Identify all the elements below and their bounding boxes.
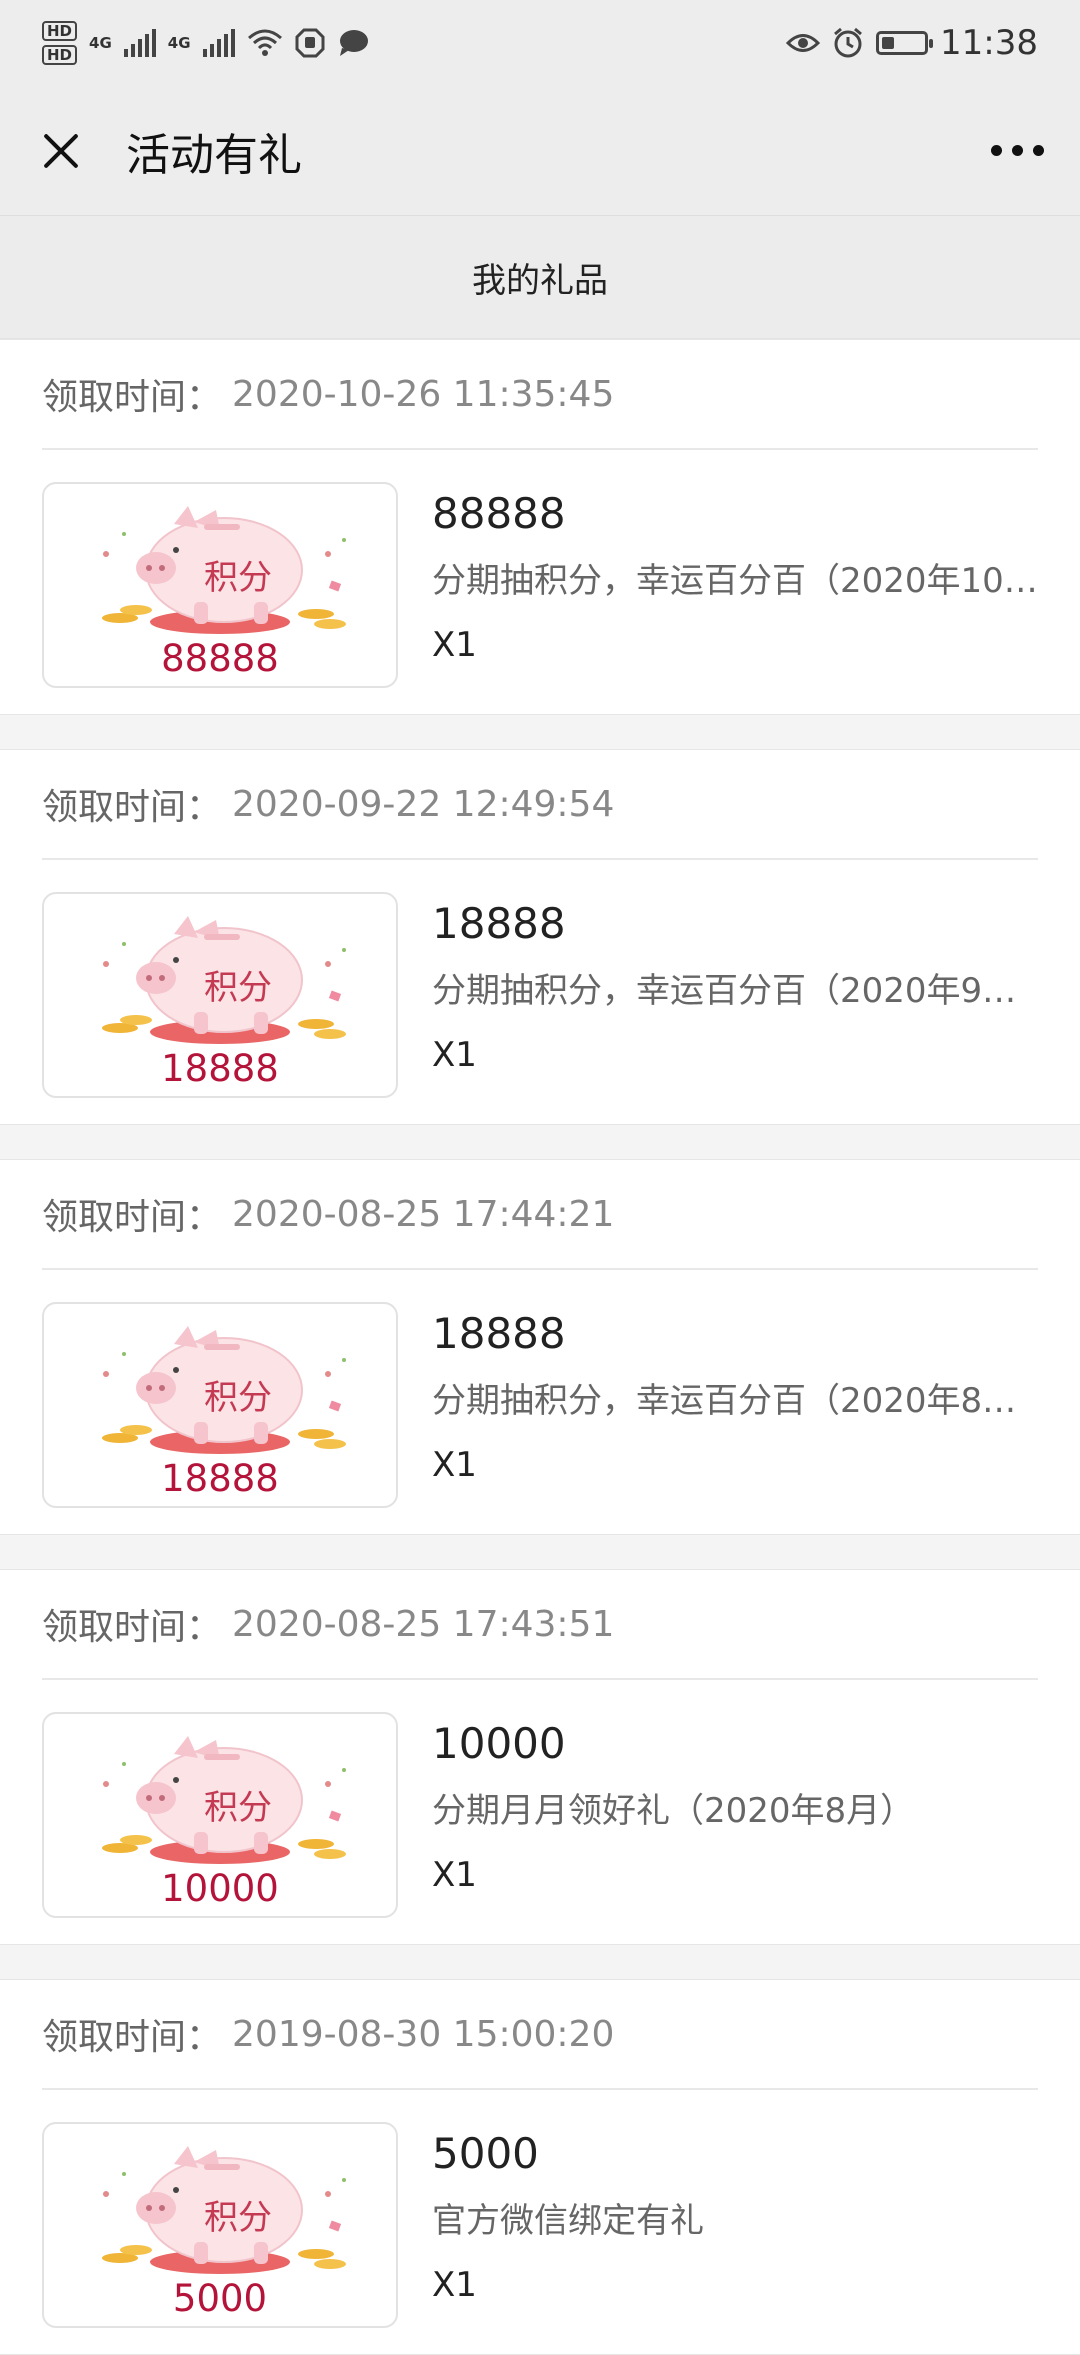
points-value: 18888 [161, 1047, 279, 1090]
claim-time: 2020-10-26 11:35:45 [232, 373, 615, 415]
card-body: 积分 18888 18888 分期抽积分，幸运百分百（2020年8月） X1 [0, 1270, 1080, 1534]
gift-list: 领取时间： 2020-10-26 11:35:45 积分 88888 88888… [0, 339, 1080, 2355]
claim-time: 2019-08-30 15:00:20 [232, 2013, 615, 2055]
gift-quantity: X1 [432, 1445, 477, 1485]
chat-bubble-icon [339, 30, 368, 56]
points-value: 18888 [161, 1457, 279, 1500]
gift-name: 88888 [432, 489, 566, 538]
points-value: 10000 [161, 1867, 279, 1910]
claim-time: 2020-08-25 17:44:21 [232, 1193, 615, 1235]
points-value: 5000 [172, 2277, 268, 2320]
hd-icon: HD [42, 45, 78, 65]
card-header: 领取时间： 2020-10-26 11:35:45 [42, 340, 1038, 450]
network-type-label: 4G [167, 34, 191, 52]
gift-description: 分期抽积分，幸运百分百（2020年10月） [432, 561, 1038, 601]
time-label: 领取时间： [42, 787, 223, 828]
gift-card[interactable]: 领取时间： 2020-09-22 12:49:54 积分 18888 18888… [0, 749, 1080, 1125]
network-type-label: 4G [89, 34, 112, 52]
tab-my-gifts[interactable]: 我的礼品 [472, 253, 608, 302]
card-body: 积分 5000 5000 官方微信绑定有礼 X1 [0, 2090, 1080, 2354]
time-label: 领取时间： [42, 377, 223, 418]
tab-bar: 我的礼品 [0, 216, 1080, 339]
gift-name: 18888 [432, 899, 566, 948]
card-header: 领取时间： 2020-08-25 17:43:51 [42, 1570, 1038, 1680]
gift-info: 88888 分期抽积分，幸运百分百（2020年10月） X1 [432, 482, 1038, 668]
points-badge: 积分 [204, 1788, 272, 1828]
battery-icon [876, 31, 934, 55]
gift-card[interactable]: 领取时间： 2020-10-26 11:35:45 积分 88888 88888… [0, 339, 1080, 715]
time-label: 领取时间： [42, 1197, 223, 1238]
gift-name: 5000 [432, 2129, 539, 2178]
signal-icon [202, 29, 235, 57]
gift-card[interactable]: 领取时间： 2019-08-30 15:00:20 积分 5000 5000 官… [0, 1979, 1080, 2355]
gift-description: 分期抽积分，幸运百分百（2020年8月） [432, 1381, 1038, 1421]
gift-name: 10000 [432, 1719, 566, 1768]
gift-quantity: X1 [432, 2265, 477, 2305]
status-left: HD HD 4G 4G [42, 21, 369, 65]
more-icon[interactable] [991, 135, 1044, 166]
gift-description: 分期抽积分，幸运百分百（2020年9月） [432, 971, 1038, 1011]
clock: 11:38 [940, 23, 1038, 63]
hd-indicators: HD HD [42, 21, 78, 65]
gift-description: 分期月月领好礼（2020年8月） [432, 1791, 915, 1831]
nav-bar: 活动有礼 [0, 86, 1080, 216]
claim-time: 2020-08-25 17:43:51 [232, 1603, 615, 1645]
points-badge: 积分 [204, 558, 272, 598]
shield-hand-icon [295, 28, 325, 58]
gift-card[interactable]: 领取时间： 2020-08-25 17:44:21 积分 18888 18888… [0, 1159, 1080, 1535]
gift-image: 积分 88888 [42, 482, 398, 688]
gift-quantity: X1 [432, 1855, 477, 1895]
points-value: 88888 [161, 637, 279, 680]
gift-image: 积分 18888 [42, 892, 398, 1098]
signal-icon [123, 29, 156, 57]
gift-info: 18888 分期抽积分，幸运百分百（2020年8月） X1 [432, 1302, 1038, 1488]
gift-name: 18888 [432, 1309, 566, 1358]
gift-image: 积分 10000 [42, 1712, 398, 1918]
card-header: 领取时间： 2020-08-25 17:44:21 [42, 1160, 1038, 1270]
card-body: 积分 10000 10000 分期月月领好礼（2020年8月） X1 [0, 1680, 1080, 1944]
status-right: 11:38 [786, 23, 1038, 63]
alarm-icon [834, 27, 862, 58]
gift-info: 5000 官方微信绑定有礼 X1 [432, 2122, 1038, 2308]
points-badge: 积分 [204, 968, 272, 1008]
gift-image: 积分 5000 [42, 2122, 398, 2328]
wifi-icon [247, 29, 282, 56]
gift-info: 18888 分期抽积分，幸运百分百（2020年9月） X1 [432, 892, 1038, 1078]
status-bar: HD HD 4G 4G 11:38 [0, 0, 1080, 86]
time-label: 领取时间： [42, 1607, 223, 1648]
gift-image: 积分 18888 [42, 1302, 398, 1508]
page-title: 活动有礼 [126, 129, 302, 181]
gift-description: 官方微信绑定有礼 [432, 2201, 704, 2241]
points-badge: 积分 [204, 2198, 272, 2238]
gift-quantity: X1 [432, 625, 477, 665]
eye-icon [786, 34, 821, 52]
card-header: 领取时间： 2020-09-22 12:49:54 [42, 750, 1038, 860]
claim-time: 2020-09-22 12:49:54 [232, 783, 615, 825]
gift-quantity: X1 [432, 1035, 477, 1075]
points-badge: 积分 [204, 1378, 272, 1418]
card-header: 领取时间： 2019-08-30 15:00:20 [42, 1980, 1038, 2090]
gift-info: 10000 分期月月领好礼（2020年8月） X1 [432, 1712, 1038, 1898]
time-label: 领取时间： [42, 2017, 223, 2058]
card-body: 积分 18888 18888 分期抽积分，幸运百分百（2020年9月） X1 [0, 860, 1080, 1124]
close-icon[interactable] [36, 126, 86, 176]
gift-card[interactable]: 领取时间： 2020-08-25 17:43:51 积分 10000 10000… [0, 1569, 1080, 1945]
card-body: 积分 88888 88888 分期抽积分，幸运百分百（2020年10月） X1 [0, 450, 1080, 714]
hd-icon: HD [42, 21, 78, 41]
